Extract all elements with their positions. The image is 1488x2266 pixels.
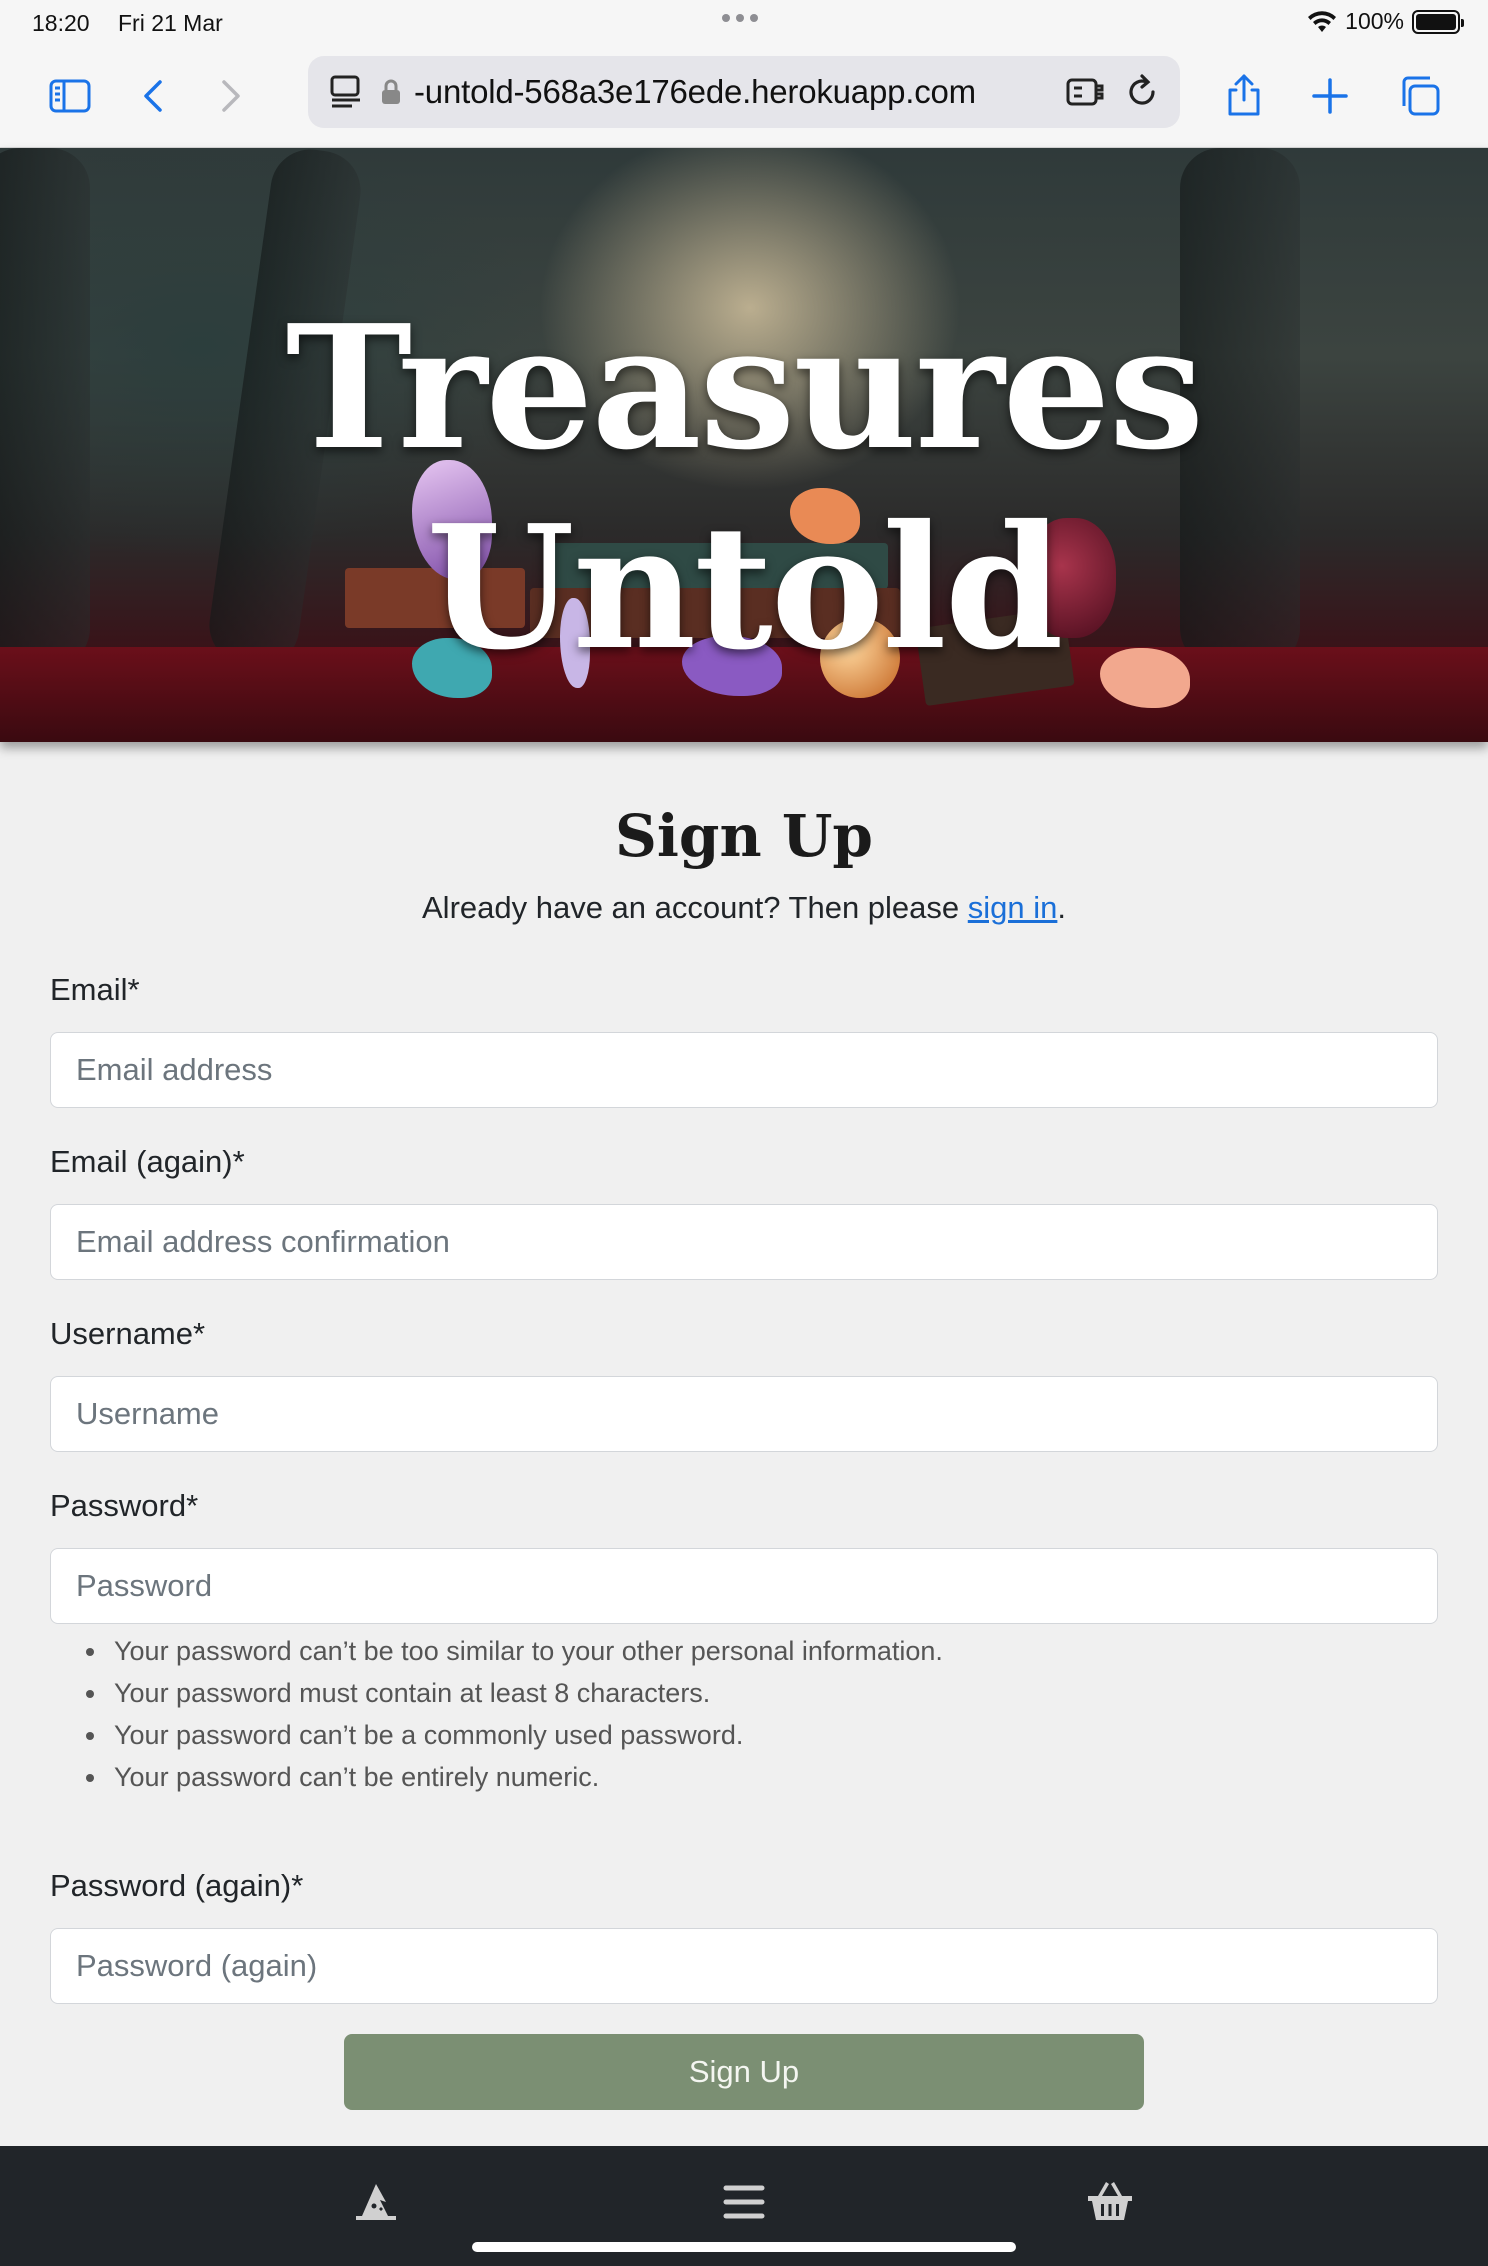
password-again-label: Password (again)* xyxy=(50,1868,304,1903)
home-indicator[interactable] xyxy=(472,2242,1016,2252)
signup-button[interactable]: Sign Up xyxy=(344,2034,1144,2110)
password-help-list: Your password can’t be too similar to yo… xyxy=(50,1630,1438,1798)
bottom-nav xyxy=(0,2146,1488,2266)
email-again-field[interactable] xyxy=(50,1204,1438,1280)
basket-icon[interactable] xyxy=(1080,2172,1140,2232)
status-indicators: 100% xyxy=(1307,8,1464,35)
page-title: Sign Up xyxy=(615,802,873,870)
email-again-label: Email (again)* xyxy=(50,1144,245,1179)
forward-icon[interactable] xyxy=(202,68,258,124)
url-text[interactable]: -untold-568a3e176ede.herokuapp.com xyxy=(414,73,1056,111)
reload-icon[interactable] xyxy=(1122,72,1162,112)
wifi-icon xyxy=(1308,10,1337,32)
extension-icon[interactable] xyxy=(1064,70,1108,114)
reader-icon[interactable] xyxy=(326,72,366,112)
tabs-icon[interactable] xyxy=(1392,68,1448,124)
password-label: Password* xyxy=(50,1488,199,1523)
username-field[interactable] xyxy=(50,1376,1438,1452)
back-icon[interactable] xyxy=(126,68,182,124)
status-time: 18:20 xyxy=(32,10,90,36)
username-label: Username* xyxy=(50,1316,206,1351)
password-help-item: Your password can’t be a commonly used p… xyxy=(50,1714,1438,1756)
menu-icon[interactable] xyxy=(714,2172,774,2232)
signin-prompt: Already have an account? Then please sig… xyxy=(0,890,1488,926)
password-again-field[interactable] xyxy=(50,1928,1438,2004)
hero-banner: Treasures Untold xyxy=(0,148,1488,742)
battery-percent: 100% xyxy=(1345,8,1404,34)
site-title[interactable]: Treasures Untold xyxy=(0,288,1488,688)
password-help-item: Your password must contain at least 8 ch… xyxy=(50,1672,1438,1714)
email-label: Email* xyxy=(50,972,140,1007)
wizard-hat-icon[interactable] xyxy=(346,2172,406,2232)
battery-icon xyxy=(1412,9,1464,34)
signin-prompt-text: Already have an account? Then please xyxy=(422,890,968,925)
signin-prompt-period: . xyxy=(1057,890,1066,925)
password-help-item: Your password can’t be too similar to yo… xyxy=(50,1630,1438,1672)
password-field[interactable] xyxy=(50,1548,1438,1624)
share-icon[interactable] xyxy=(1216,68,1272,124)
new-tab-icon[interactable] xyxy=(1302,68,1358,124)
password-help-item: Your password can’t be entirely numeric. xyxy=(50,1756,1438,1798)
status-bar: 18:20 Fri 21 Mar 100% xyxy=(0,0,1488,46)
email-field[interactable] xyxy=(50,1032,1438,1108)
browser-toolbar: -untold-568a3e176ede.herokuapp.com xyxy=(0,46,1488,148)
sidebar-icon[interactable] xyxy=(42,68,98,124)
multitasking-dots-icon[interactable] xyxy=(722,14,758,22)
status-date: Fri 21 Mar xyxy=(118,10,223,36)
address-bar[interactable]: -untold-568a3e176ede.herokuapp.com xyxy=(308,56,1180,128)
lock-icon xyxy=(382,79,400,104)
signin-link[interactable]: sign in xyxy=(968,890,1058,925)
